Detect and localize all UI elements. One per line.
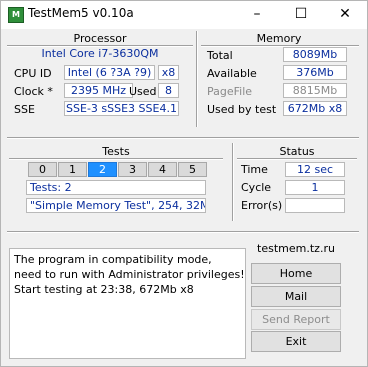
section-separator-bottom (7, 231, 359, 233)
available-memory-field: 376Mb (283, 65, 347, 80)
errors-field (285, 198, 345, 213)
app-icon: M (8, 7, 24, 23)
test-cell: 4 (148, 162, 177, 177)
send-report-button[interactable]: Send Report (251, 309, 341, 330)
current-test-field: "Simple Memory Test", 254, 32Mb (26, 198, 206, 213)
used-by-test-field: 672Mb x8 (283, 101, 347, 116)
log-line: Start testing at 23:38, 672Mb x8 (14, 283, 194, 296)
time-label: Time (241, 163, 268, 176)
exit-button[interactable]: Exit (251, 331, 341, 352)
window-title: TestMem5 v0.10a (28, 6, 134, 20)
used-threads-field: 8 (158, 83, 179, 98)
processor-title: Processor (73, 32, 127, 45)
log-line: need to run with Administrator privilege… (14, 268, 245, 281)
title-bar[interactable]: M TestMem5 v0.10a – ☐ ✕ (1, 1, 367, 29)
total-label: Total (207, 49, 233, 62)
test-cell: 3 (118, 162, 147, 177)
thread-count-field: x8 (158, 65, 179, 80)
test-cell-active: 2 (88, 162, 117, 177)
clock-label: Clock * (14, 85, 53, 98)
home-button[interactable]: Home (251, 263, 341, 284)
maximize-button[interactable]: ☐ (279, 1, 323, 29)
tests-divider (9, 158, 223, 160)
status-title: Status (279, 145, 315, 158)
time-field: 12 sec (285, 162, 345, 177)
pagefile-label: PageFile (207, 85, 253, 98)
test-cell: 1 (58, 162, 87, 177)
cpu-name: Intel Core i7-3630QM (41, 47, 159, 60)
tests-status-separator (232, 143, 234, 221)
test-cell: 0 (28, 162, 57, 177)
sse-label: SSE (14, 103, 35, 116)
total-memory-field: 8089Mb (283, 47, 347, 62)
processor-memory-separator (196, 31, 198, 127)
cycle-label: Cycle (241, 181, 272, 194)
log-box[interactable]: The program in compatibility mode, need … (9, 248, 246, 359)
cycle-field: 1 (285, 180, 345, 195)
used-by-test-label: Used by test (207, 103, 277, 116)
section-separator (7, 137, 359, 139)
available-label: Available (207, 67, 257, 80)
cpu-id-field: Intel (6 ?3A ?9) (64, 65, 155, 80)
log-line: The program in compatibility mode, (14, 253, 212, 266)
cpu-id-label: CPU ID (14, 67, 52, 80)
pagefile-field: 8815Mb (283, 83, 347, 98)
close-button[interactable]: ✕ (323, 1, 367, 29)
site-title: testmem.tz.ru (257, 242, 335, 255)
status-divider (237, 158, 357, 160)
app-window: M TestMem5 v0.10a – ☐ ✕ Processor Intel … (0, 0, 368, 367)
tests-count-field: Tests: 2 (26, 180, 206, 195)
used-label: Used (129, 85, 157, 98)
sse-field: SSE-3 sSSE3 SSE4.1 (64, 101, 179, 116)
minimize-button[interactable]: – (235, 1, 279, 29)
mail-button[interactable]: Mail (251, 286, 341, 307)
memory-title: Memory (256, 32, 302, 45)
clock-field: 2395 MHz (64, 83, 133, 98)
tests-title: Tests (102, 145, 130, 158)
test-cell: 5 (178, 162, 207, 177)
errors-label: Error(s) (241, 199, 283, 212)
